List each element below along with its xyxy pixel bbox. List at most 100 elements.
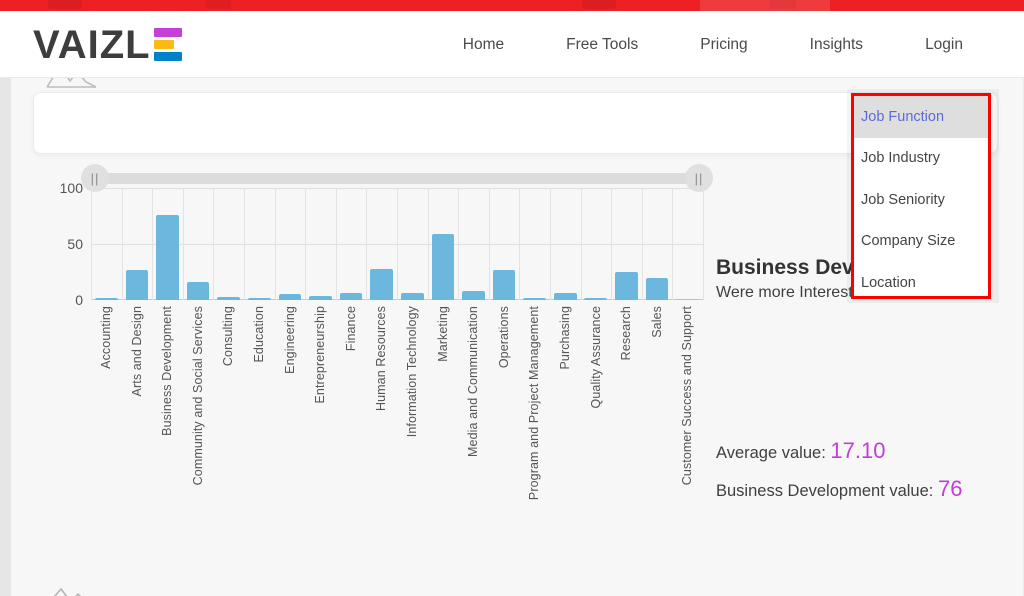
logo-wordmark: VAIZL [33, 25, 151, 65]
bar-slot[interactable] [519, 188, 550, 300]
logo-e-icon [154, 28, 182, 61]
dropdown-item-job-industry[interactable]: Job Industry [854, 138, 988, 180]
nav-item-insights[interactable]: Insights [779, 23, 894, 67]
gridline-vertical [397, 188, 398, 300]
bar-slot[interactable] [458, 188, 489, 300]
bar-slot[interactable] [91, 188, 122, 300]
y-tick-100: 100 [60, 180, 83, 196]
category-value-number: 76 [938, 476, 962, 501]
gridline-vertical [366, 188, 367, 300]
x-label-slot: Operations [489, 306, 520, 546]
dropdown-item-location[interactable]: Location [854, 262, 988, 304]
x-label-slot: Finance [336, 306, 367, 546]
x-axis-label: Consulting [222, 306, 235, 366]
gridline-vertical [672, 188, 673, 300]
bar[interactable] [370, 269, 393, 300]
x-label-slot: Consulting [213, 306, 244, 546]
bar[interactable] [554, 293, 577, 300]
bar-slot[interactable] [336, 188, 367, 300]
x-axis-label: Finance [345, 306, 358, 351]
x-axis-label: Program and Project Management [528, 306, 541, 500]
x-label-slot: Marketing [428, 306, 459, 546]
bar-slot[interactable] [183, 188, 214, 300]
dropdown-item-company-size[interactable]: Company Size [854, 221, 988, 263]
x-axis-label: Education [253, 306, 266, 363]
top-accent-bar [0, 0, 1024, 11]
x-axis-label: Community and Social Services [192, 306, 205, 485]
x-label-slot: Human Resources [366, 306, 397, 546]
bar[interactable] [248, 298, 271, 300]
x-label-slot: Purchasing [550, 306, 581, 546]
bar-slot[interactable] [122, 188, 153, 300]
bar[interactable] [615, 272, 638, 300]
bar[interactable] [340, 293, 363, 300]
x-axis-label: Marketing [437, 306, 450, 362]
bar[interactable] [309, 296, 332, 300]
brand-logo[interactable]: VAIZL [33, 22, 182, 68]
slider-track[interactable] [93, 173, 701, 184]
bar[interactable] [217, 297, 240, 300]
x-label-slot: Research [611, 306, 642, 546]
bar[interactable] [279, 294, 302, 300]
gridline-vertical [336, 188, 337, 300]
site-header: VAIZL Home Free Tools Pricing Insights L… [0, 11, 1024, 78]
bar-slot[interactable] [550, 188, 581, 300]
bar[interactable] [646, 278, 669, 300]
filter-dropdown-menu[interactable]: Job FunctionJob IndustryJob SeniorityCom… [851, 93, 991, 299]
bar-slot[interactable] [152, 188, 183, 300]
x-axis-label: Sales [651, 306, 664, 338]
nav-item-home[interactable]: Home [432, 23, 535, 67]
bar[interactable] [156, 215, 179, 300]
gridline-vertical [152, 188, 153, 300]
bar[interactable] [126, 270, 149, 300]
average-value-number: 17.10 [830, 438, 885, 463]
gridline-vertical [183, 188, 184, 300]
nav-item-free-tools[interactable]: Free Tools [535, 23, 669, 67]
x-label-slot: Media and Communication [458, 306, 489, 546]
bar-slot[interactable] [611, 188, 642, 300]
gridline-vertical [458, 188, 459, 300]
bar[interactable] [187, 282, 210, 300]
bar-slot[interactable] [397, 188, 428, 300]
bar-slot[interactable] [672, 188, 703, 300]
bar-slot[interactable] [244, 188, 275, 300]
bar[interactable] [493, 270, 516, 300]
gridline-vertical [275, 188, 276, 300]
x-axis-labels: AccountingArts and DesignBusiness Develo… [91, 306, 703, 546]
average-value-row: Average value: 17.10 [716, 438, 885, 464]
x-label-slot: Quality Assurance [581, 306, 612, 546]
mountain-chart-icon-bottom [45, 582, 101, 596]
x-axis-label: Business Development [161, 306, 174, 436]
gridline-vertical [305, 188, 306, 300]
bar[interactable] [462, 291, 485, 300]
average-value-label: Average value: [716, 444, 826, 462]
bar-slot[interactable] [428, 188, 459, 300]
x-axis-label: Customer Success and Support [681, 306, 694, 485]
bar[interactable] [95, 298, 118, 300]
bar[interactable] [523, 298, 546, 300]
y-tick-0: 0 [75, 292, 83, 308]
x-axis-label: Entrepreneurship [314, 306, 327, 404]
x-label-slot: Business Development [152, 306, 183, 546]
x-axis-label: Quality Assurance [590, 306, 603, 408]
bar[interactable] [584, 298, 607, 300]
main-navigation: Home Free Tools Pricing Insights Login [432, 23, 994, 67]
bar-slot[interactable] [213, 188, 244, 300]
bar[interactable] [401, 293, 424, 300]
bar-slot[interactable] [581, 188, 612, 300]
bar[interactable] [676, 299, 699, 300]
dropdown-item-job-function[interactable]: Job Function [854, 96, 988, 138]
bar[interactable] [432, 234, 455, 300]
dropdown-item-job-seniority[interactable]: Job Seniority [854, 179, 988, 221]
bar-slot[interactable] [275, 188, 306, 300]
bar-slot[interactable] [642, 188, 673, 300]
bar-slot[interactable] [305, 188, 336, 300]
x-label-slot: Community and Social Services [183, 306, 214, 546]
bar-slot[interactable] [366, 188, 397, 300]
x-label-slot: Sales [642, 306, 673, 546]
gridline-vertical [550, 188, 551, 300]
nav-item-login[interactable]: Login [894, 23, 994, 67]
gridline-vertical [642, 188, 643, 300]
bar-slot[interactable] [489, 188, 520, 300]
nav-item-pricing[interactable]: Pricing [669, 23, 778, 67]
